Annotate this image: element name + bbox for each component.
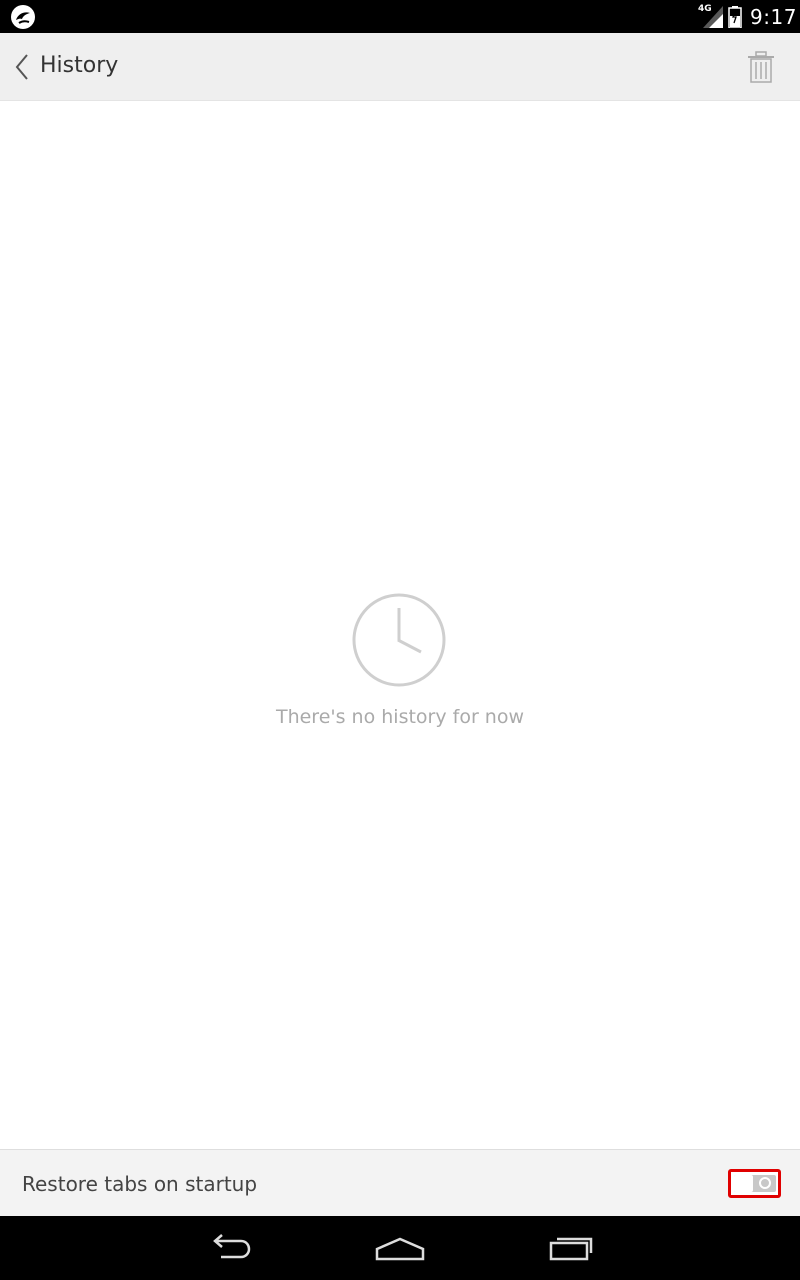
restore-tabs-toggle[interactable] xyxy=(728,1169,781,1198)
nav-home-button[interactable] xyxy=(370,1230,430,1266)
home-icon xyxy=(375,1237,425,1261)
signal-icon xyxy=(703,6,723,28)
back-button[interactable] xyxy=(8,49,36,85)
restore-tabs-setting: Restore tabs on startup xyxy=(0,1149,800,1216)
battery-icon xyxy=(728,6,742,28)
chevron-left-icon xyxy=(15,54,28,80)
empty-history-message: There's no history for now xyxy=(275,706,525,728)
nav-back-button[interactable] xyxy=(200,1230,260,1266)
toggle-knob xyxy=(734,1175,753,1192)
app-header: History xyxy=(0,33,800,101)
app-notification-icon xyxy=(11,5,35,29)
recents-icon xyxy=(549,1237,593,1261)
status-time: 9:17 xyxy=(750,5,797,29)
nav-recents-button[interactable] xyxy=(540,1230,600,1266)
toggle-off-indicator xyxy=(759,1177,771,1189)
clear-history-button[interactable] xyxy=(744,49,778,85)
clock-icon xyxy=(352,593,446,687)
page-title: History xyxy=(40,53,119,78)
back-icon xyxy=(213,1234,251,1259)
restore-tabs-label: Restore tabs on startup xyxy=(22,1172,258,1196)
trash-icon xyxy=(748,51,774,83)
system-nav-bar xyxy=(0,1216,800,1280)
status-bar: 4G 9:17 xyxy=(0,0,800,33)
